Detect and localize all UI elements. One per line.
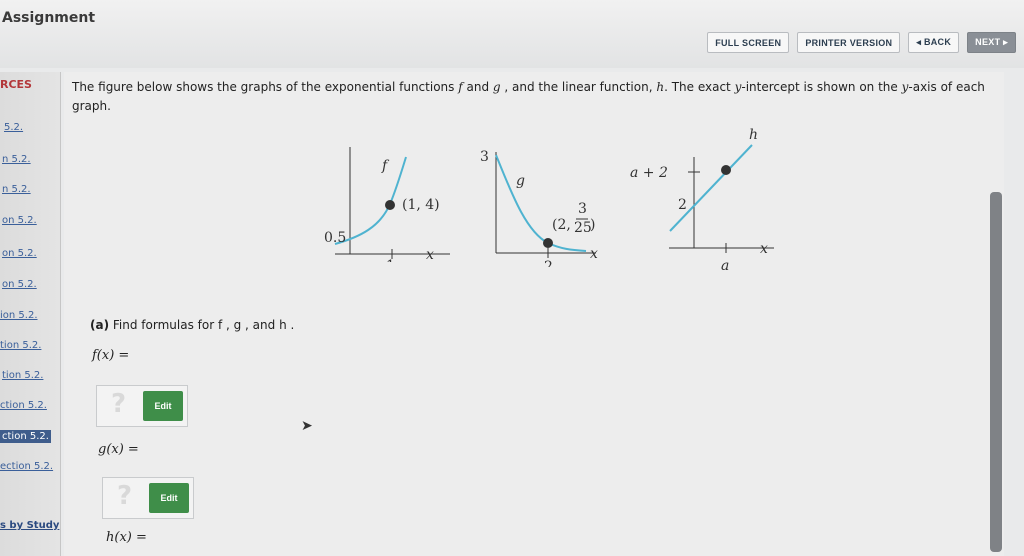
question-prompt: The figure below shows the graphs of the… [72, 80, 985, 113]
graph-g-point-prefix: (2, [552, 217, 571, 233]
sidebar-link[interactable]: tion 5.2. [2, 370, 43, 381]
sidebar-link[interactable]: ion 5.2. [0, 310, 38, 321]
f-answer-box[interactable]: ? Edit [96, 385, 188, 427]
graph-h-ylabel: a + 2 [630, 165, 668, 181]
back-button[interactable]: ◂ BACK [908, 32, 960, 53]
graph-h-axis: x [760, 241, 768, 257]
graph-g-point-suffix: ) [590, 217, 595, 233]
scrollbar[interactable] [990, 192, 1002, 552]
sidebar-link[interactable]: n 5.2. [2, 184, 31, 195]
sidebar-link[interactable]: on 5.2. [2, 248, 37, 259]
graph-g-name: g [516, 173, 525, 189]
g-answer-box[interactable]: ? Edit [102, 477, 194, 519]
sidebar-link-active[interactable]: ction 5.2. [0, 430, 51, 443]
graph-f-name: f [381, 158, 390, 174]
graph-g-tick: 2 [544, 259, 553, 267]
sidebar: RCES 5.2. n 5.2. n 5.2. on 5.2. on 5.2. … [0, 72, 61, 556]
edit-g-button[interactable]: Edit [149, 483, 189, 513]
graph-g-point-num: 3 [578, 201, 587, 217]
graph-g-intercept: 3 [480, 149, 489, 165]
graph-f-intercept: 0.5 [324, 230, 346, 246]
graph-h-tick: a [721, 258, 729, 274]
next-button[interactable]: NEXT ▸ [967, 32, 1016, 53]
mouse-cursor-icon: ➤ [301, 418, 313, 434]
graph-h: h a + 2 2 a x [630, 127, 774, 274]
part-a-instruction: (a) Find formulas for f , g , and h . [90, 318, 295, 332]
top-bar: Assignment FULL SCREEN PRINTER VERSION ◂… [0, 0, 1024, 68]
gx-label: g(x) = [98, 442, 139, 457]
full-screen-button[interactable]: FULL SCREEN [707, 32, 790, 53]
graph-f-tick: 1 [386, 258, 395, 262]
graph-h-intercept: 2 [678, 197, 687, 213]
sidebar-heading: RCES [0, 78, 32, 91]
graph-f: f (1, 4) 0.5 1 x [324, 147, 450, 262]
sidebar-link[interactable]: ection 5.2. [0, 461, 53, 472]
sidebar-link[interactable]: ction 5.2. [0, 400, 47, 411]
app-title: Assignment [2, 10, 96, 26]
graph-f-axis: x [426, 247, 434, 262]
printer-version-button[interactable]: PRINTER VERSION [797, 32, 901, 53]
sidebar-link[interactable]: on 5.2. [2, 279, 37, 290]
sidebar-link[interactable]: 5.2. [4, 122, 23, 133]
fx-label: f(x) = [92, 348, 130, 363]
edit-f-button[interactable]: Edit [143, 391, 183, 421]
empty-answer-icon: ? [111, 389, 127, 419]
question-panel: The figure below shows the graphs of the… [64, 72, 1004, 556]
graph-g-axis: x [590, 246, 598, 262]
sidebar-link[interactable]: on 5.2. [2, 215, 37, 226]
sidebar-link[interactable]: tion 5.2. [0, 340, 41, 351]
sidebar-link[interactable]: n 5.2. [2, 154, 31, 165]
graph-f-point: (1, 4) [402, 197, 440, 213]
graph-g: 3 g (2, 3 25 ) 2 x [480, 149, 598, 267]
graph-h-name: h [749, 127, 758, 143]
sidebar-study-link[interactable]: s by Study [0, 520, 59, 531]
empty-answer-icon: ? [117, 481, 133, 511]
hx-label: h(x) = [106, 530, 147, 545]
toolbar: FULL SCREEN PRINTER VERSION ◂ BACK NEXT … [707, 32, 1016, 53]
